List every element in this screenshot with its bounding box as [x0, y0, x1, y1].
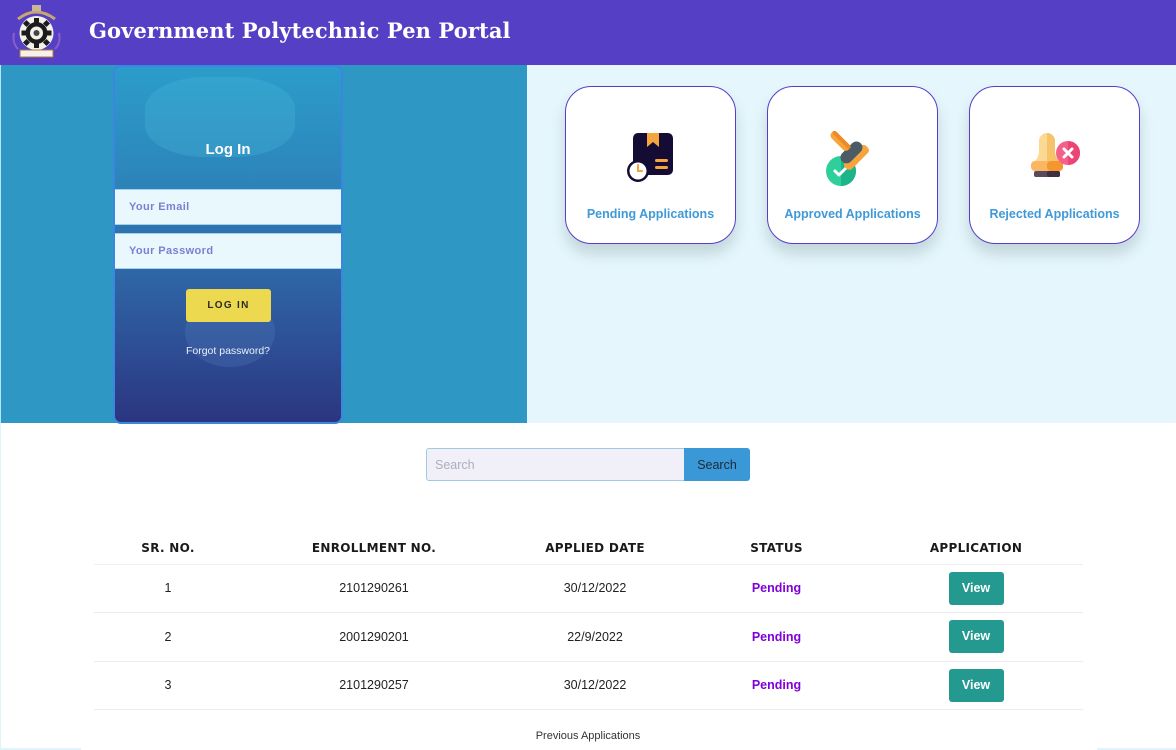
site-title: Government Polytechnic Pen Portal — [89, 18, 511, 43]
pending-box-clock-icon — [623, 131, 679, 187]
column-header-application: APPLICATION — [869, 532, 1083, 565]
approved-stamp-check-icon — [825, 130, 881, 187]
previous-applications-link[interactable]: Previous Applications — [0, 730, 1176, 742]
table-row: 2 2001290201 22/9/2022 Pending View — [94, 612, 1083, 662]
view-application-button[interactable]: View — [948, 668, 1004, 702]
sr-no-cell: 3 — [94, 661, 242, 710]
enrollment-no-cell: 2001290201 — [242, 612, 506, 662]
enrollment-no-cell: 2101290257 — [242, 661, 506, 710]
rejected-applications-card[interactable]: Rejected Applications — [969, 86, 1140, 244]
approved-applications-label: Approved Applications — [784, 207, 921, 221]
login-title: Log In — [205, 141, 251, 158]
status-badge: Pending — [751, 678, 802, 693]
approved-applications-card[interactable]: Approved Applications — [767, 86, 938, 244]
applications-table: SR. NO. ENROLLMENT NO. APPLIED DATE STAT… — [94, 532, 1083, 710]
search-button[interactable]: Search — [684, 448, 750, 481]
view-application-button[interactable]: View — [948, 571, 1004, 605]
page-edge-divider — [0, 423, 1, 750]
login-button[interactable]: LOG IN — [186, 289, 271, 322]
pending-applications-label: Pending Applications — [586, 207, 715, 221]
email-field[interactable] — [115, 189, 341, 225]
rejected-applications-label: Rejected Applications — [989, 207, 1120, 221]
column-header-applied-date: APPLIED DATE — [506, 532, 684, 565]
top-header: Government Polytechnic Pen Portal — [0, 0, 1176, 65]
sr-no-cell: 2 — [94, 612, 242, 662]
pending-applications-card[interactable]: Pending Applications — [565, 86, 736, 244]
applied-date-cell: 30/12/2022 — [506, 661, 684, 710]
rejected-stamp-x-icon — [1027, 131, 1083, 187]
table-row: 3 2101290257 30/12/2022 Pending View — [94, 661, 1083, 710]
forgot-password-link[interactable]: Forgot password? — [115, 345, 341, 357]
enrollment-no-cell: 2101290261 — [242, 564, 506, 613]
table-row: 1 2101290261 30/12/2022 Pending View — [94, 564, 1083, 613]
status-badge: Pending — [751, 629, 802, 644]
column-header-sr-no: SR. NO. — [94, 532, 242, 565]
table-header-row: SR. NO. ENROLLMENT NO. APPLIED DATE STAT… — [94, 532, 1083, 565]
column-header-enrollment-no: ENROLLMENT NO. — [242, 532, 506, 565]
applied-date-cell: 30/12/2022 — [506, 564, 684, 613]
sr-no-cell: 1 — [94, 564, 242, 613]
view-application-button[interactable]: View — [948, 620, 1004, 654]
search-input[interactable] — [426, 448, 686, 481]
status-badge: Pending — [751, 581, 802, 596]
login-card: Log In LOG IN Forgot password? — [113, 65, 343, 424]
password-field[interactable] — [115, 233, 341, 269]
column-header-status: STATUS — [684, 532, 869, 565]
college-logo-icon[interactable] — [8, 3, 65, 61]
applied-date-cell: 22/9/2022 — [506, 612, 684, 662]
